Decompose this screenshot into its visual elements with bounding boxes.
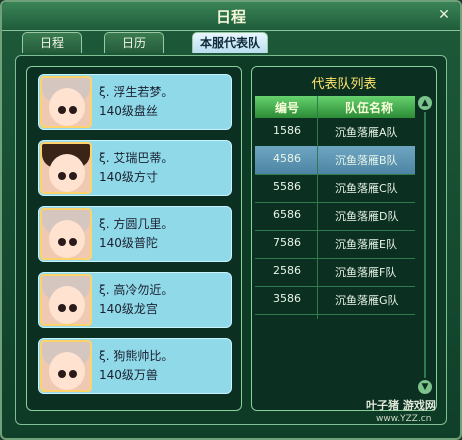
table-row[interactable]: 6586 沉鱼落雁D队 [255,202,415,231]
table-header: 编号 队伍名称 [255,96,415,118]
female-avatar [40,208,92,260]
tab-schedule[interactable]: 日程 [22,32,82,53]
member-level: 140级龙宫 [99,302,158,316]
cell-team: 沉鱼落雁D队 [335,210,399,223]
table-row[interactable]: 7586 沉鱼落雁E队 [255,230,415,259]
member-name: ξ. 浮生若梦。 [99,85,174,99]
table-row[interactable]: 5586 沉鱼落雁C队 [255,174,415,203]
cell-team: 沉鱼落雁F队 [335,266,397,279]
member-card[interactable]: ξ. 浮生若梦。 140级盘丝 [38,74,232,130]
table-row[interactable]: 3586 沉鱼落雁G队 [255,286,415,315]
team-list-title: 代表队列表 [311,77,377,92]
header-id: 编号 [275,101,300,115]
member-name: ξ. 高冷勿近。 [99,283,174,297]
member-card[interactable]: ξ. 艾瑞巴蒂。 140级方寸 [38,140,232,196]
member-level: 140级方寸 [99,170,158,184]
member-name: ξ. 狗熊帅比。 [99,349,174,363]
table-row-selected[interactable]: 4586 沉鱼落雁B队 [255,146,415,175]
member-card[interactable]: ξ. 高冷勿近。 140级龙宫 [38,272,232,328]
tab-calendar[interactable]: 日历 [104,32,164,53]
cell-team: 沉鱼落雁A队 [335,126,398,139]
watermark-url: www.YZZ.cn [376,414,432,424]
cell-id: 3586 [273,292,301,305]
member-level: 140级万兽 [99,368,158,382]
title-bar[interactable]: 日程 ✕ [2,2,460,31]
female-avatar [40,76,92,128]
table-row[interactable]: 2586 沉鱼落雁F队 [255,258,415,287]
header-team: 队伍名称 [345,101,394,115]
female-avatar [40,340,92,392]
member-card[interactable]: ξ. 方圆几里。 140级普陀 [38,206,232,262]
cell-id: 1586 [273,124,301,137]
member-name: ξ. 艾瑞巴蒂。 [99,151,174,165]
cell-team: 沉鱼落雁G队 [335,294,399,307]
scroll-down-icon[interactable]: ▼ [418,380,432,394]
cell-team: 沉鱼落雁E队 [335,238,397,251]
member-level: 140级盘丝 [99,104,158,118]
female-avatar [40,274,92,326]
scrollbar[interactable]: ▲ ▼ [418,96,432,394]
cell-id: 6586 [273,208,301,221]
scroll-up-icon[interactable]: ▲ [418,96,432,110]
male-avatar [40,142,92,194]
cell-team: 沉鱼落雁B队 [335,154,398,167]
cell-id: 5586 [273,180,301,193]
table-row[interactable]: 1586 沉鱼落雁A队 [255,118,415,147]
cell-id: 2586 [273,264,301,277]
member-card[interactable]: ξ. 狗熊帅比。 140级万兽 [38,338,232,394]
close-icon[interactable]: ✕ [436,7,452,23]
tab-server-team[interactable]: 本服代表队 [192,32,268,53]
member-level: 140级普陀 [99,236,158,250]
column-separator [317,96,318,319]
watermark-logo: 叶子猪 游戏网 [366,399,436,412]
window-title: 日程 [215,8,246,26]
cell-id: 4586 [273,152,301,165]
scroll-track[interactable] [424,112,426,378]
member-name: ξ. 方圆几里。 [99,217,174,231]
cell-team: 沉鱼落雁C队 [335,182,398,195]
cell-id: 7586 [273,236,301,249]
